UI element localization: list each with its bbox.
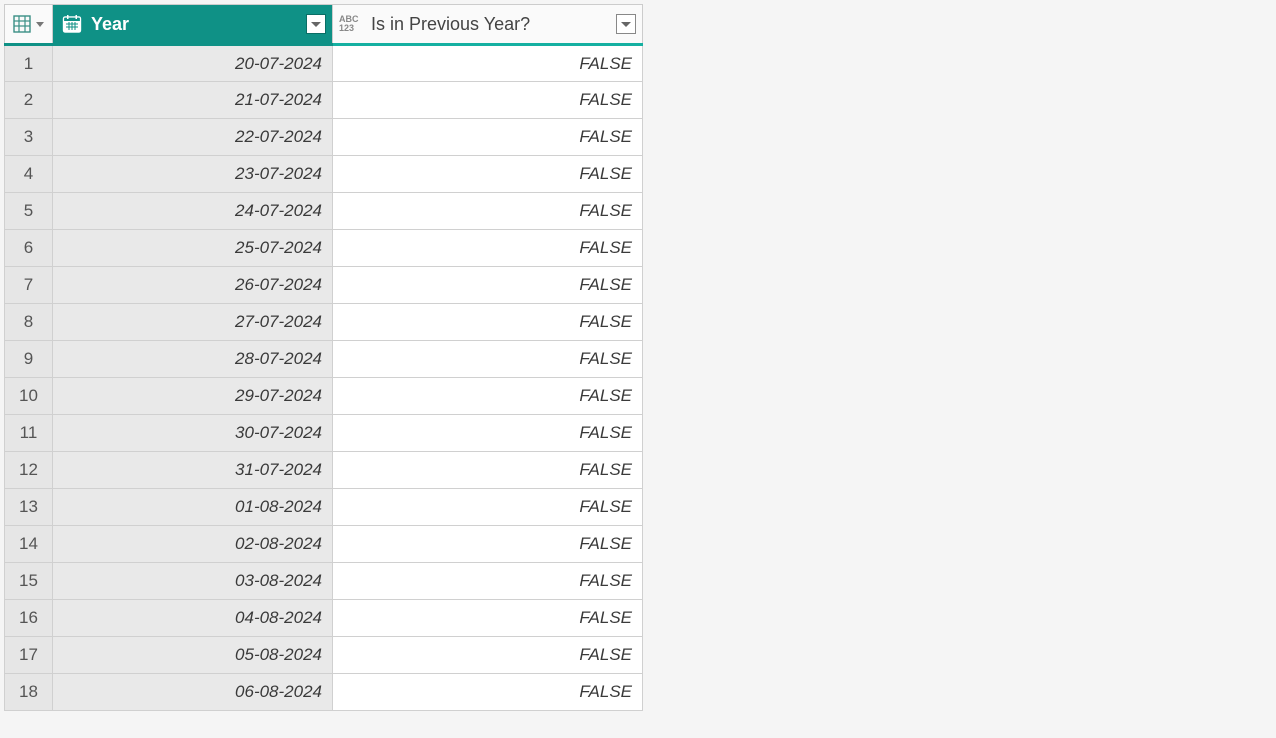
row-index-cell[interactable]: 10: [5, 378, 53, 415]
table-row[interactable]: 1029-07-2024FALSE: [5, 378, 643, 415]
cell-is-in-previous-year[interactable]: FALSE: [333, 452, 643, 489]
column-year-label: Year: [91, 14, 129, 35]
row-index-cell[interactable]: 1: [5, 45, 53, 82]
table-row[interactable]: 1604-08-2024FALSE: [5, 600, 643, 637]
table-row[interactable]: 1503-08-2024FALSE: [5, 563, 643, 600]
row-index-cell[interactable]: 9: [5, 341, 53, 378]
cell-year[interactable]: 28-07-2024: [53, 341, 333, 378]
table-row[interactable]: 625-07-2024FALSE: [5, 230, 643, 267]
cell-year[interactable]: 29-07-2024: [53, 378, 333, 415]
cell-year[interactable]: 27-07-2024: [53, 304, 333, 341]
cell-is-in-previous-year[interactable]: FALSE: [333, 193, 643, 230]
row-index-cell[interactable]: 18: [5, 674, 53, 711]
cell-year[interactable]: 26-07-2024: [53, 267, 333, 304]
row-index-cell[interactable]: 8: [5, 304, 53, 341]
cell-year[interactable]: 01-08-2024: [53, 489, 333, 526]
cell-is-in-previous-year[interactable]: FALSE: [333, 415, 643, 452]
row-index-cell[interactable]: 13: [5, 489, 53, 526]
cell-year[interactable]: 03-08-2024: [53, 563, 333, 600]
table-row[interactable]: 1402-08-2024FALSE: [5, 526, 643, 563]
data-table: Year ABC 123 Is in Previous Year?: [4, 4, 643, 711]
header-row: Year ABC 123 Is in Previous Year?: [5, 5, 643, 45]
cell-is-in-previous-year[interactable]: FALSE: [333, 156, 643, 193]
table-row[interactable]: 1231-07-2024FALSE: [5, 452, 643, 489]
row-index-cell[interactable]: 7: [5, 267, 53, 304]
row-index-cell[interactable]: 15: [5, 563, 53, 600]
row-index-cell[interactable]: 14: [5, 526, 53, 563]
column-prev-label: Is in Previous Year?: [371, 14, 530, 35]
grid: Year ABC 123 Is in Previous Year?: [4, 4, 643, 711]
cell-year[interactable]: 21-07-2024: [53, 82, 333, 119]
cell-is-in-previous-year[interactable]: FALSE: [333, 378, 643, 415]
column-header-is-in-previous-year[interactable]: ABC 123 Is in Previous Year?: [333, 5, 643, 45]
cell-is-in-previous-year[interactable]: FALSE: [333, 600, 643, 637]
cell-year[interactable]: 31-07-2024: [53, 452, 333, 489]
chevron-down-icon: [311, 22, 321, 27]
cell-year[interactable]: 06-08-2024: [53, 674, 333, 711]
cell-year[interactable]: 24-07-2024: [53, 193, 333, 230]
select-all-cell[interactable]: [5, 5, 53, 45]
cell-is-in-previous-year[interactable]: FALSE: [333, 674, 643, 711]
table-row[interactable]: 423-07-2024FALSE: [5, 156, 643, 193]
cell-is-in-previous-year[interactable]: FALSE: [333, 563, 643, 600]
row-index-cell[interactable]: 4: [5, 156, 53, 193]
table-row[interactable]: 726-07-2024FALSE: [5, 267, 643, 304]
cell-is-in-previous-year[interactable]: FALSE: [333, 267, 643, 304]
cell-year[interactable]: 23-07-2024: [53, 156, 333, 193]
cell-is-in-previous-year[interactable]: FALSE: [333, 489, 643, 526]
cell-year[interactable]: 20-07-2024: [53, 45, 333, 82]
any-type-icon: ABC 123: [339, 11, 365, 37]
table-row[interactable]: 322-07-2024FALSE: [5, 119, 643, 156]
row-index-cell[interactable]: 2: [5, 82, 53, 119]
row-index-cell[interactable]: 17: [5, 637, 53, 674]
table-row[interactable]: 524-07-2024FALSE: [5, 193, 643, 230]
table-row[interactable]: 120-07-2024FALSE: [5, 45, 643, 82]
cell-year[interactable]: 22-07-2024: [53, 119, 333, 156]
chevron-down-icon: [621, 22, 631, 27]
cell-year[interactable]: 04-08-2024: [53, 600, 333, 637]
table-row[interactable]: 1130-07-2024FALSE: [5, 415, 643, 452]
column-prev-filter-button[interactable]: [616, 14, 636, 34]
row-index-cell[interactable]: 16: [5, 600, 53, 637]
row-index-cell[interactable]: 5: [5, 193, 53, 230]
table-row[interactable]: 1301-08-2024FALSE: [5, 489, 643, 526]
cell-is-in-previous-year[interactable]: FALSE: [333, 230, 643, 267]
cell-is-in-previous-year[interactable]: FALSE: [333, 119, 643, 156]
column-header-year[interactable]: Year: [53, 5, 333, 45]
cell-year[interactable]: 25-07-2024: [53, 230, 333, 267]
cell-is-in-previous-year[interactable]: FALSE: [333, 526, 643, 563]
cell-is-in-previous-year[interactable]: FALSE: [333, 45, 643, 82]
row-index-cell[interactable]: 11: [5, 415, 53, 452]
row-index-cell[interactable]: 12: [5, 452, 53, 489]
cell-year[interactable]: 02-08-2024: [53, 526, 333, 563]
cell-is-in-previous-year[interactable]: FALSE: [333, 341, 643, 378]
table-row[interactable]: 1705-08-2024FALSE: [5, 637, 643, 674]
row-index-cell[interactable]: 3: [5, 119, 53, 156]
table-row[interactable]: 928-07-2024FALSE: [5, 341, 643, 378]
table-body: 120-07-2024FALSE221-07-2024FALSE322-07-2…: [5, 45, 643, 711]
row-index-cell[interactable]: 6: [5, 230, 53, 267]
date-type-icon: [59, 11, 85, 37]
table-row[interactable]: 827-07-2024FALSE: [5, 304, 643, 341]
cell-is-in-previous-year[interactable]: FALSE: [333, 637, 643, 674]
cell-is-in-previous-year[interactable]: FALSE: [333, 304, 643, 341]
table-icon: [9, 11, 35, 37]
cell-is-in-previous-year[interactable]: FALSE: [333, 82, 643, 119]
cell-year[interactable]: 30-07-2024: [53, 415, 333, 452]
table-row[interactable]: 221-07-2024FALSE: [5, 82, 643, 119]
table-row[interactable]: 1806-08-2024FALSE: [5, 674, 643, 711]
column-year-filter-button[interactable]: [306, 14, 326, 34]
cell-year[interactable]: 05-08-2024: [53, 637, 333, 674]
chevron-down-icon: [36, 15, 44, 33]
